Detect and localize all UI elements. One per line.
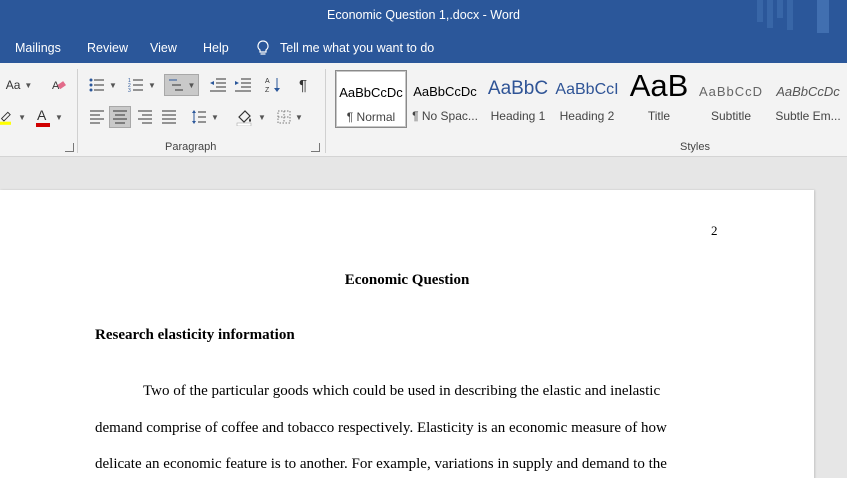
highlighter-icon: [0, 111, 11, 125]
tell-me-text: Tell me what you want to do: [280, 41, 435, 55]
highlight-color-button[interactable]: ▼: [0, 106, 26, 128]
style-sample: AaBbCcD: [698, 84, 764, 99]
section-heading: Research elasticity information: [95, 327, 295, 343]
tab-help[interactable]: Help: [203, 41, 229, 55]
multilevel-list-icon: [168, 79, 183, 91]
style-heading-2[interactable]: AaBbCcI Heading 2: [555, 70, 619, 128]
group-separator: [77, 69, 78, 153]
lightbulb-icon: [257, 40, 269, 55]
align-right-button[interactable]: [134, 106, 156, 128]
style-name: Subtitle: [710, 109, 752, 123]
borders-icon: [277, 110, 291, 124]
styles-gallery: AaBbCcDc ¶ Normal AaBbCcDc ¶ No Spac... …: [334, 70, 847, 128]
numbering-icon: 1 2 3: [128, 78, 144, 92]
svg-text:Z: Z: [265, 87, 270, 94]
font-color-icon: A: [36, 107, 51, 127]
align-right-icon: [138, 110, 152, 124]
style-heading-1[interactable]: AaBbC Heading 1: [482, 70, 554, 128]
style-name: Heading 2: [559, 109, 615, 123]
svg-text:A: A: [37, 107, 47, 123]
line-spacing-button[interactable]: ▼: [189, 106, 221, 128]
font-dialog-launcher[interactable]: [65, 143, 74, 152]
line-spacing-icon: [192, 110, 207, 124]
change-case-label: Aa: [5, 78, 21, 92]
borders-button[interactable]: ▼: [273, 106, 307, 128]
tell-me-box[interactable]: Tell me what you want to do: [256, 40, 434, 56]
document-area: 2 Economic Question Research elasticity …: [0, 157, 847, 478]
paragraph-line: demand comprise of coffee and tobacco re…: [95, 420, 667, 436]
style-sample: AaB: [629, 70, 689, 103]
align-left-button[interactable]: [86, 106, 108, 128]
style-title[interactable]: AaB Title: [626, 70, 692, 128]
show-formatting-button[interactable]: ¶: [294, 74, 316, 96]
paint-bucket-icon: [236, 110, 252, 126]
font-color-button[interactable]: A ▼: [32, 106, 66, 128]
shading-button[interactable]: ▼: [234, 106, 268, 128]
title-bar: Economic Question 1,.docx - Word: [0, 0, 847, 33]
paragraph-line: delicate an economic feature is to anoth…: [95, 456, 667, 472]
sort-button[interactable]: A Z: [263, 74, 285, 96]
page-number: 2: [711, 223, 718, 238]
group-separator: [325, 69, 326, 153]
ribbon: Aa ▼ A ▼ A ▼ ▼ 1 2 3 ▼ ▼ A Z ¶ ▼ ▼ ▼ Par…: [0, 63, 847, 157]
svg-text:3: 3: [128, 88, 131, 92]
style-name: ¶ No Spac...: [412, 109, 478, 123]
paragraph-group-label: Paragraph: [165, 141, 217, 153]
tab-view[interactable]: View: [150, 41, 177, 55]
increase-indent-icon: [235, 78, 251, 92]
pilcrow-icon: ¶: [299, 77, 307, 93]
eraser-icon: A: [52, 80, 66, 92]
justify-icon: [162, 110, 176, 124]
bullets-icon: [89, 78, 105, 92]
change-case-button[interactable]: Aa ▼: [4, 74, 34, 96]
align-center-icon: [113, 110, 127, 124]
sort-icon: A Z: [265, 78, 280, 94]
decrease-indent-icon: [210, 78, 226, 92]
styles-group-label: Styles: [680, 141, 710, 153]
style-subtitle[interactable]: AaBbCcD Subtitle: [696, 70, 766, 128]
tab-review[interactable]: Review: [87, 41, 128, 55]
decrease-indent-button[interactable]: [207, 74, 229, 96]
document-title: Economic Question: [344, 272, 470, 288]
tab-mailings[interactable]: Mailings: [15, 41, 61, 55]
style-sample: AaBbCcDc: [339, 85, 403, 100]
window-title: Economic Question 1,.docx - Word: [327, 8, 520, 22]
style-subtle-emphasis[interactable]: AaBbCcDc Subtle Em...: [769, 70, 847, 128]
align-left-icon: [90, 110, 104, 124]
align-center-button[interactable]: [109, 106, 131, 128]
clear-formatting-button[interactable]: A: [48, 74, 70, 96]
style-sample: AaBbCcDc: [413, 84, 477, 99]
style-sample: AaBbC: [487, 78, 549, 99]
paragraph-line: Two of the particular goods which could …: [143, 383, 661, 399]
bullets-button[interactable]: ▼: [86, 74, 120, 96]
numbering-button[interactable]: 1 2 3 ▼: [125, 74, 159, 96]
svg-text:A: A: [265, 78, 270, 85]
style-sample: AaBbCcI: [555, 81, 619, 98]
style-name: Title: [647, 109, 671, 123]
title-bar-decoration: [757, 0, 837, 33]
increase-indent-button[interactable]: [232, 74, 254, 96]
style-name: Heading 1: [490, 109, 546, 123]
style-name: Subtle Em...: [775, 109, 841, 123]
svg-text:¶: ¶: [299, 77, 307, 93]
style-name: ¶ Normal: [346, 110, 396, 124]
style-normal[interactable]: AaBbCcDc ¶ Normal: [335, 70, 407, 128]
paragraph-dialog-launcher[interactable]: [311, 143, 320, 152]
style-sample: AaBbCcDc: [776, 84, 840, 99]
justify-button[interactable]: [158, 106, 180, 128]
style-no-spacing[interactable]: AaBbCcDc ¶ No Spac...: [409, 70, 481, 128]
multilevel-list-button[interactable]: ▼: [164, 74, 199, 96]
document-page[interactable]: 2 Economic Question Research elasticity …: [0, 190, 814, 478]
ribbon-tabs: Mailings Review View Help Tell me what y…: [0, 33, 847, 63]
